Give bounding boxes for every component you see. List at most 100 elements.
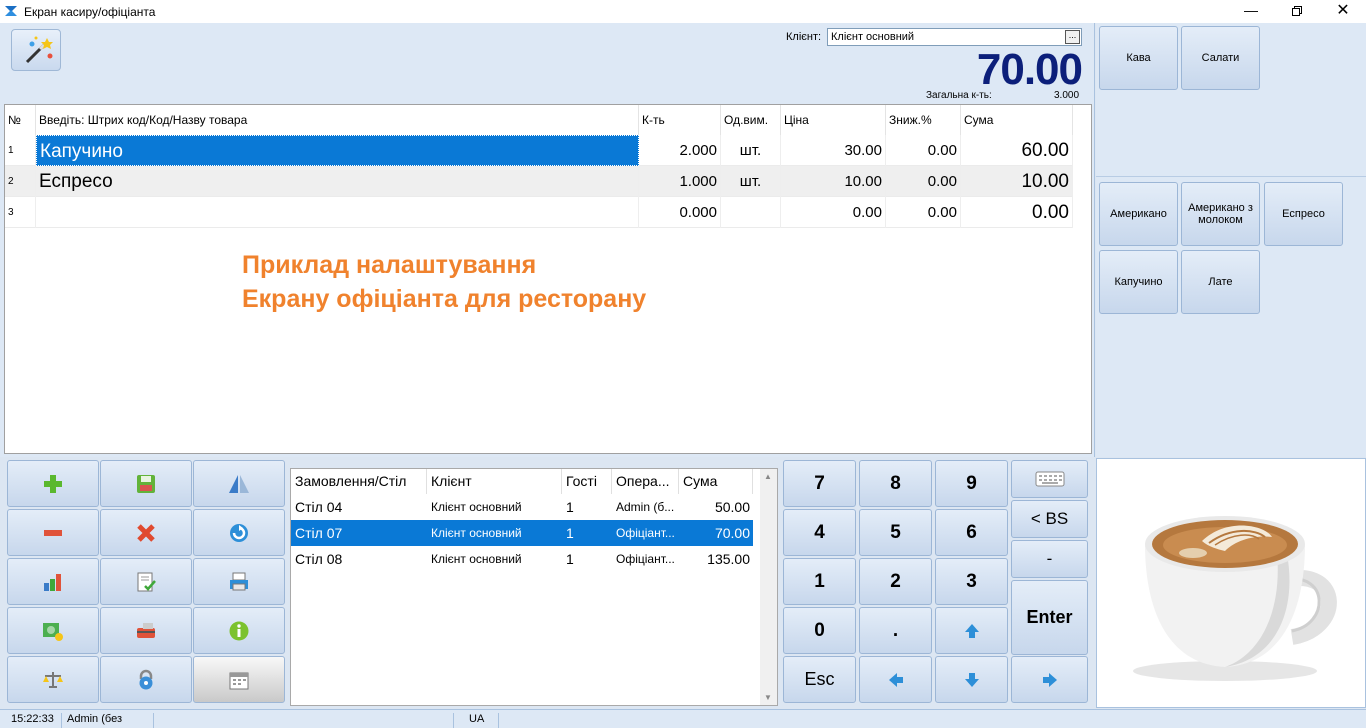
key-4[interactable]: 4: [783, 509, 856, 556]
row-price[interactable]: 30.00: [781, 135, 886, 166]
row-price[interactable]: 10.00: [781, 166, 886, 197]
key-3[interactable]: 3: [935, 558, 1008, 605]
checklist-icon: [137, 572, 156, 591]
client-select-button[interactable]: ...: [1065, 30, 1080, 44]
order-row[interactable]: Стіл 04 Клієнт основний 1 Admin (б... 50…: [291, 494, 753, 520]
table-row[interactable]: 2 Еспресо 1.000 шт. 10.00 0.00 10.00: [5, 166, 1073, 197]
cancel-button[interactable]: [100, 509, 192, 556]
magic-wand-icon: [25, 36, 53, 64]
save-button[interactable]: [100, 460, 192, 507]
scales-button[interactable]: [7, 656, 99, 703]
minus-key[interactable]: -: [1011, 540, 1088, 578]
col-table: Замовлення/Стіл: [291, 469, 427, 494]
arrow-right-icon: [1042, 672, 1057, 687]
payment-button[interactable]: [7, 607, 99, 654]
row-name[interactable]: Капучино: [36, 135, 639, 166]
category-coffee-button[interactable]: Кава: [1099, 26, 1178, 90]
arrow-left-button[interactable]: [859, 656, 932, 703]
product-latte-button[interactable]: Лате: [1181, 250, 1260, 314]
calendar-icon: [229, 672, 249, 689]
col-sum: Сума: [961, 105, 1073, 135]
app-icon: [4, 4, 18, 23]
table-row[interactable]: 3 0.000 0.00 0.00 0.00: [5, 197, 1073, 228]
row-unit: шт.: [721, 135, 781, 166]
total-qty-label: Загальна к-ть:: [926, 90, 992, 101]
col-discount: Зниж.%: [886, 105, 961, 135]
info-button[interactable]: [193, 607, 285, 654]
arrow-up-button[interactable]: [935, 607, 1008, 654]
panel-splitter[interactable]: [1096, 176, 1366, 178]
add-item-button[interactable]: [7, 460, 99, 507]
row-discount[interactable]: 0.00: [886, 197, 961, 228]
key-0[interactable]: 0: [783, 607, 856, 654]
action-buttons: [4, 458, 288, 706]
order-row-selected[interactable]: Стіл 07 Клієнт основний 1 Офіціант... 70…: [291, 520, 753, 546]
product-americano-milk-button[interactable]: Американо з молоком: [1181, 182, 1260, 246]
category-salads-button[interactable]: Салати: [1181, 26, 1260, 90]
key-6[interactable]: 6: [935, 509, 1008, 556]
refresh-button[interactable]: [193, 509, 285, 556]
row-qty[interactable]: 1.000: [639, 166, 721, 197]
row-no: 3: [5, 197, 36, 228]
row-name[interactable]: Еспресо: [36, 166, 639, 197]
product-label: Американо з молоком: [1188, 202, 1253, 226]
order-guests: 1: [566, 525, 574, 541]
info-icon: [229, 621, 249, 640]
save-icon: [137, 474, 155, 493]
row-sum: 60.00: [961, 135, 1073, 166]
product-americano-button[interactable]: Американо: [1099, 182, 1178, 246]
close-button[interactable]: ✕: [1320, 0, 1366, 23]
window-title: Екран касиру/офіціанта: [24, 5, 156, 19]
arrow-right-button[interactable]: [1011, 656, 1088, 703]
row-discount[interactable]: 0.00: [886, 166, 961, 197]
check-list-button[interactable]: [100, 558, 192, 605]
row-name[interactable]: [36, 197, 639, 228]
esc-button[interactable]: Esc: [783, 656, 856, 703]
order-sum: 70.00: [714, 525, 750, 541]
discount-button[interactable]: [100, 607, 192, 654]
keyboard-button[interactable]: [1011, 460, 1088, 498]
client-field[interactable]: Клієнт основний ...: [827, 28, 1082, 46]
promo-line-2: Екрану офіціанта для ресторану: [242, 285, 647, 313]
row-discount[interactable]: 0.00: [886, 135, 961, 166]
numeric-keypad: 7 8 9 4 5 6 < BS - 1 2 3 Enter 0 . Esc: [781, 458, 1091, 706]
row-no: 2: [5, 166, 36, 197]
print-button[interactable]: [193, 558, 285, 605]
orders-header: Замовлення/Стіл Клієнт Гості Опера... Су…: [291, 469, 753, 494]
key-dot[interactable]: .: [859, 607, 932, 654]
order-row[interactable]: Стіл 08 Клієнт основний 1 Офіціант... 13…: [291, 546, 753, 572]
key-1[interactable]: 1: [783, 558, 856, 605]
key-9[interactable]: 9: [935, 460, 1008, 507]
key-8[interactable]: 8: [859, 460, 932, 507]
scales-icon: [43, 671, 63, 688]
table-row[interactable]: 1 Капучино 2.000 шт. 30.00 0.00 60.00: [5, 135, 1073, 166]
magic-wand-button[interactable]: [11, 29, 61, 71]
product-cappuccino-button[interactable]: Капучино: [1099, 250, 1178, 314]
row-qty[interactable]: 2.000: [639, 135, 721, 166]
category-label: Кава: [1126, 52, 1151, 64]
split-button[interactable]: [193, 460, 285, 507]
arrow-down-button[interactable]: [935, 656, 1008, 703]
arrow-left-icon: [888, 672, 903, 687]
grid-header: № Введіть: Штрих код/Код/Назву товара К-…: [5, 105, 1073, 135]
product-espresso-button[interactable]: Еспресо: [1264, 182, 1343, 246]
orders-scrollbar[interactable]: ▲ ▼: [760, 469, 777, 705]
lock-button[interactable]: [100, 656, 192, 703]
key-2[interactable]: 2: [859, 558, 932, 605]
enter-button[interactable]: Enter: [1011, 580, 1088, 655]
reports-button[interactable]: [7, 558, 99, 605]
row-price[interactable]: 0.00: [781, 197, 886, 228]
calendar-button[interactable]: [193, 656, 285, 703]
backspace-button[interactable]: < BS: [1011, 500, 1088, 538]
key-5[interactable]: 5: [859, 509, 932, 556]
orders-table[interactable]: Замовлення/Стіл Клієнт Гості Опера... Су…: [290, 468, 778, 706]
order-table: Стіл 07: [295, 525, 343, 541]
minimize-button[interactable]: —: [1228, 0, 1274, 23]
product-image-panel: [1096, 458, 1366, 708]
scroll-down-icon[interactable]: ▼: [764, 693, 772, 702]
key-7[interactable]: 7: [783, 460, 856, 507]
restore-button[interactable]: [1274, 0, 1320, 23]
scroll-up-icon[interactable]: ▲: [764, 472, 772, 481]
row-qty[interactable]: 0.000: [639, 197, 721, 228]
remove-item-button[interactable]: [7, 509, 99, 556]
